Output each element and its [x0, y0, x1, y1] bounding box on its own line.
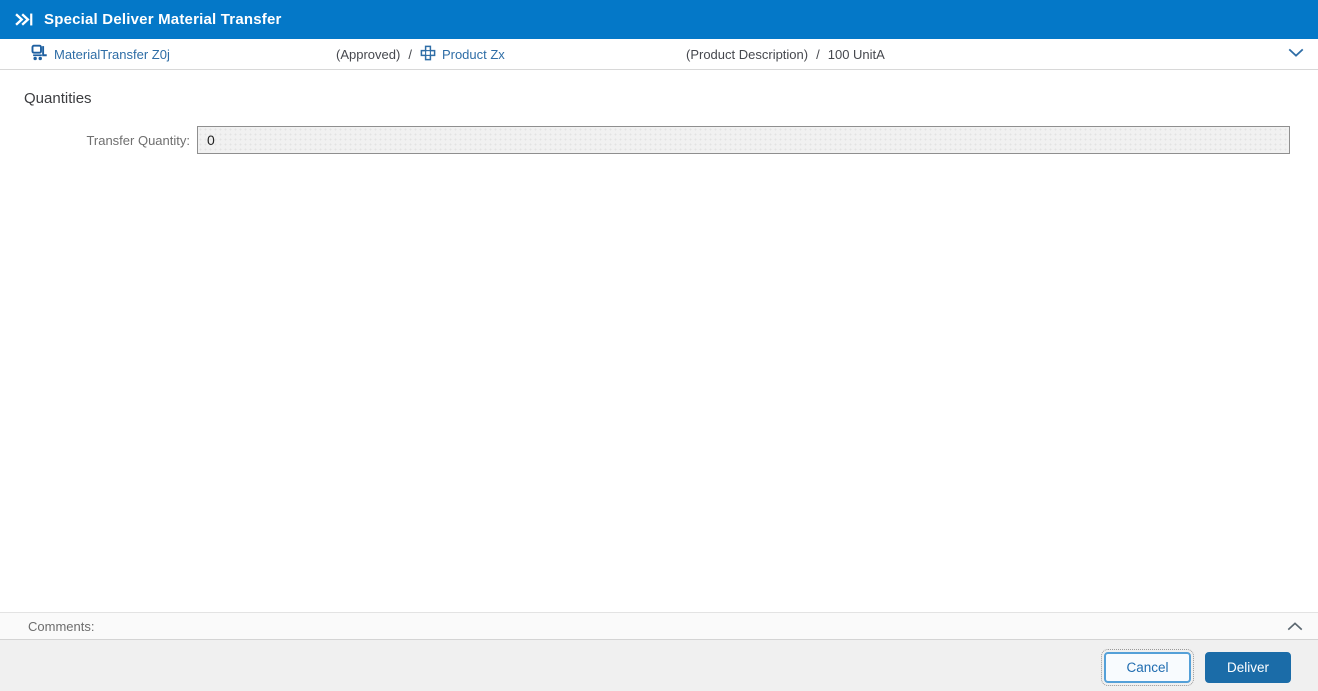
- context-bar: MaterialTransfer Z0j (Approved) / Produc…: [0, 39, 1318, 70]
- cancel-button[interactable]: Cancel: [1101, 649, 1194, 686]
- quantities-section-title: Quantities: [24, 90, 92, 107]
- status-badge: (Approved): [336, 46, 401, 62]
- deliver-button[interactable]: Deliver: [1205, 652, 1291, 683]
- breadcrumb-separator: /: [816, 46, 820, 62]
- double-chevron-bar-icon: [13, 9, 34, 30]
- description-quantity-group: (Product Description) / 100 UnitA: [686, 39, 885, 69]
- chevron-down-icon[interactable]: [1287, 47, 1305, 58]
- comments-bar[interactable]: Comments:: [0, 612, 1318, 640]
- title-bar: Special Deliver Material Transfer: [0, 0, 1318, 39]
- comments-label: Comments:: [28, 619, 95, 634]
- material-transfer-entity[interactable]: MaterialTransfer Z0j: [31, 39, 170, 69]
- transfer-quantity-input[interactable]: [197, 126, 1290, 154]
- page-title: Special Deliver Material Transfer: [44, 11, 282, 28]
- breadcrumb-separator: /: [408, 46, 412, 62]
- chevron-up-icon[interactable]: [1286, 621, 1304, 632]
- product-link[interactable]: Product Zx: [442, 47, 505, 62]
- transfer-quantity-label: Transfer Quantity:: [86, 133, 190, 148]
- special-deliver-material-transfer-window: Special Deliver Material Transfer Materi…: [0, 0, 1318, 691]
- status-product-group: (Approved) / Product Zx: [336, 39, 505, 69]
- action-footer: Cancel Deliver: [0, 640, 1318, 691]
- quantity-summary: 100 UnitA: [827, 46, 885, 62]
- product-description: (Product Description): [686, 46, 809, 62]
- forklift-icon: [31, 44, 48, 64]
- material-transfer-link[interactable]: MaterialTransfer Z0j: [54, 47, 170, 62]
- product-icon: [420, 45, 436, 64]
